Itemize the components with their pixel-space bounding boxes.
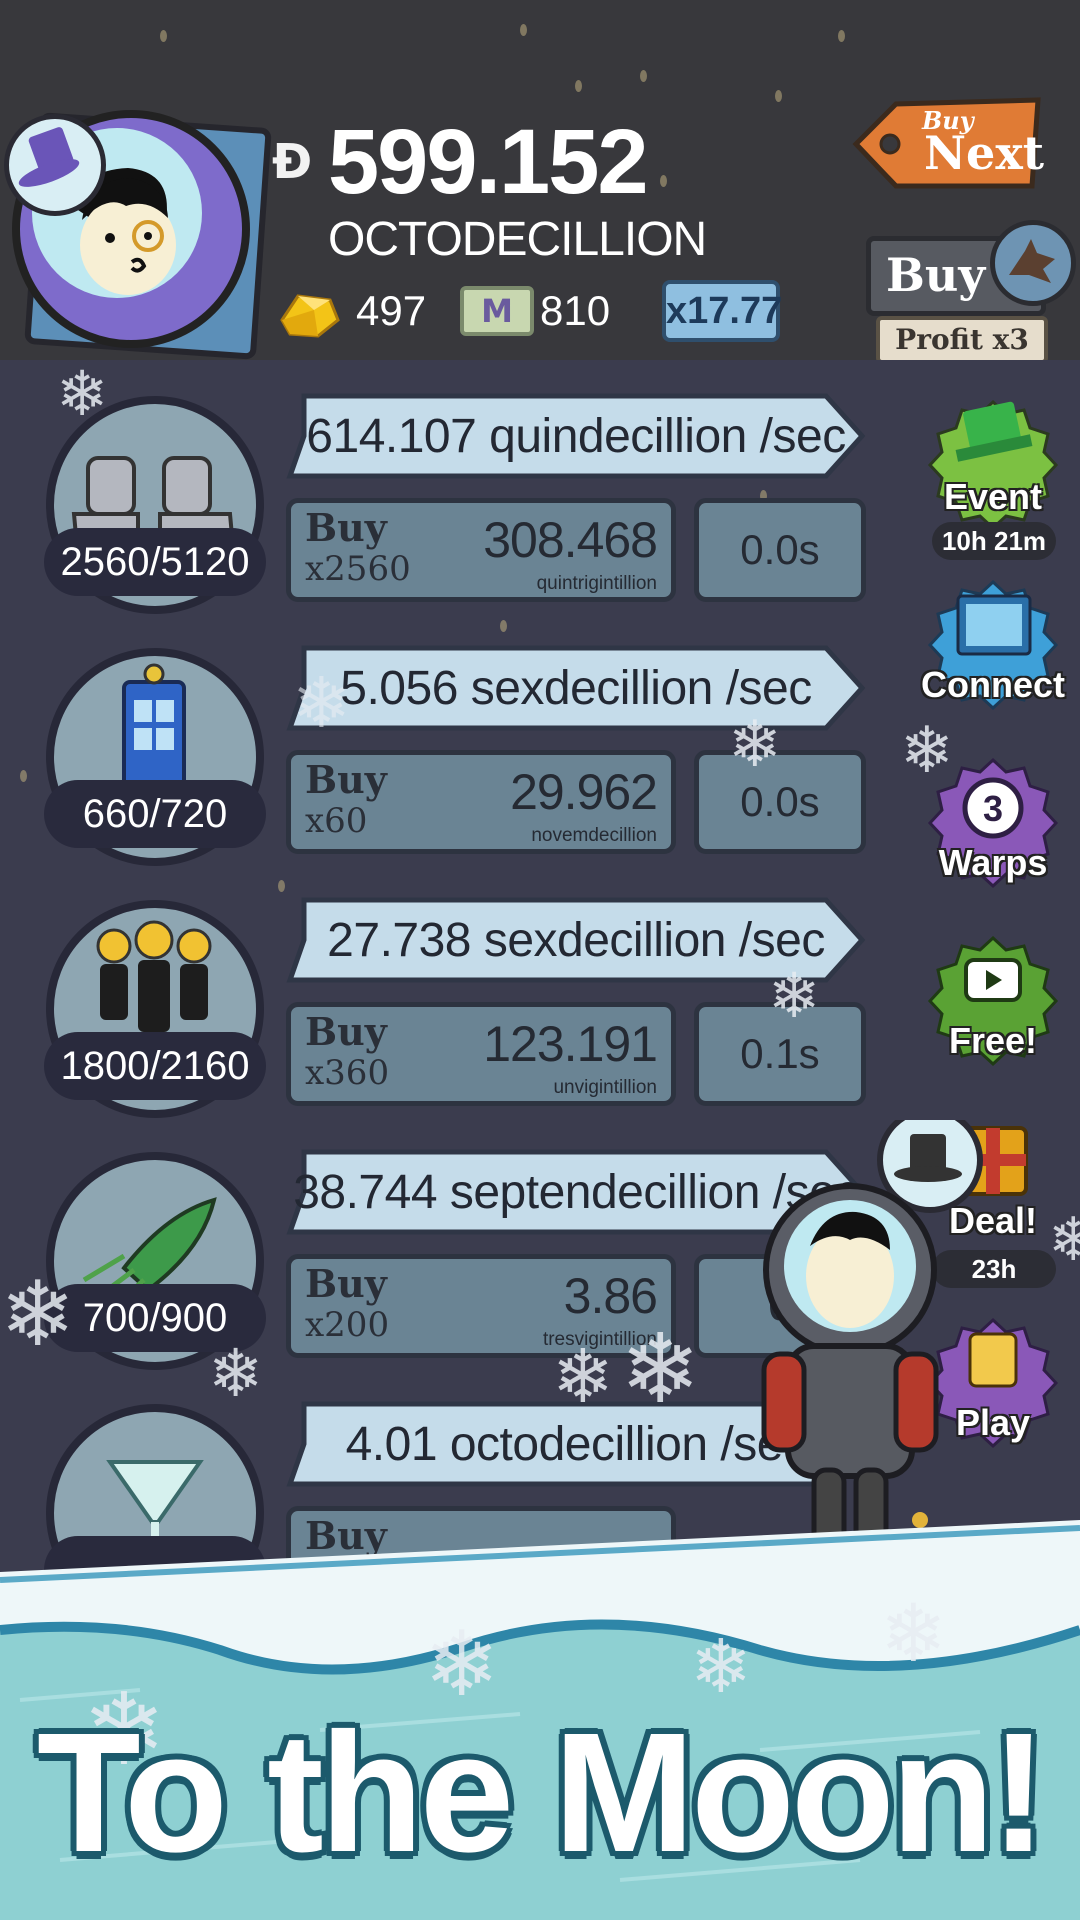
multiplier-badge[interactable]: x17.77: [662, 280, 782, 342]
snow-dot: [660, 175, 667, 187]
free-label: Free!: [948, 1020, 1038, 1061]
snowflake-icon: ❄: [900, 714, 954, 786]
buy-button[interactable]: Buy x200 3.86 tresvigintillion: [286, 1254, 676, 1358]
buy-label: Buy: [305, 757, 387, 802]
profit-tag: Profit x3: [876, 316, 1048, 364]
snow-dot: [838, 30, 845, 42]
snow-dot: [160, 30, 167, 42]
warps-count: 3: [982, 788, 1004, 829]
buy-next-big-label: Next: [924, 126, 1044, 180]
gold-icon[interactable]: [274, 286, 344, 340]
buy-label: Buy: [305, 1261, 387, 1306]
snowflake-icon: ❄: [292, 664, 351, 742]
megabucks-icon[interactable]: M: [460, 286, 534, 336]
wolf-icon: [990, 220, 1076, 306]
free-button[interactable]: Free!: [918, 928, 1068, 1078]
gold-count: 497: [356, 287, 427, 334]
event-button[interactable]: Event 10h 21m: [918, 392, 1068, 560]
buy-button[interactable]: Buy x2560 308.468 quintrigintillion: [286, 498, 676, 602]
snow-dot: [575, 80, 582, 92]
buy-profit-button[interactable]: Buy Profit x3: [866, 220, 1076, 372]
currency-icon: Ɖ: [272, 134, 313, 190]
snowflake-icon: ❄: [552, 1335, 615, 1418]
timer-box: 0.0s: [694, 498, 866, 602]
megabucks-count: 810: [540, 287, 611, 334]
rate-text: 614.107 quindecillion /sec: [306, 410, 846, 463]
snow-dot: [520, 24, 527, 36]
buy-label: Buy: [305, 1009, 387, 1054]
buy-label: Buy: [305, 505, 387, 550]
snow-dot: [775, 90, 782, 102]
banner-title: To the Moon!: [36, 1698, 1047, 1888]
buy-quantity: x2560: [305, 549, 411, 589]
snowflake-icon: ❄: [880, 1589, 948, 1678]
snowflake-icon: ❄: [768, 962, 820, 1031]
money-unit: OCTODECILLION: [328, 213, 707, 266]
buy-cost-unit: unvigintillion: [553, 1077, 657, 1098]
buy-button[interactable]: Buy x360 123.191 unvigintillion: [286, 1002, 676, 1106]
snowflake-icon: ❄: [620, 1316, 701, 1423]
buy-cost-unit: quintrigintillion: [536, 573, 657, 594]
buy-next-button[interactable]: Buy Next: [852, 96, 1044, 192]
snowflake-icon: ❄: [690, 1625, 753, 1708]
money-value: 599.152: [328, 111, 649, 213]
buy-quantity: x360: [305, 1053, 390, 1093]
buy-cost: 29.962: [510, 764, 658, 820]
connect-button[interactable]: Connect: [918, 572, 1068, 722]
business-row[interactable]: 2560/5120 614.107 quindecillion /sec Buy…: [0, 378, 880, 618]
connect-label: Connect: [921, 664, 1065, 705]
snow-dot: [640, 70, 647, 82]
buy-cost-unit: novemdecillion: [531, 825, 657, 846]
event-label: Event: [943, 476, 1043, 517]
buy-quantity: x200: [305, 1305, 390, 1345]
buy-cost: 308.468: [483, 512, 658, 568]
event-timer: 10h 21m: [932, 522, 1056, 560]
business-count: 660/720: [44, 780, 266, 848]
business-row[interactable]: 1800/2160 27.738 sexdecillion /sec Buy x…: [0, 882, 880, 1122]
top-hud: Ɖ 599.152 OCTODECILLION 497 M 810 x17.77…: [0, 0, 1080, 364]
business-count: 2560/5120: [44, 528, 266, 596]
warps-label: Warps: [938, 842, 1048, 883]
hat-bubble-icon: [4, 114, 106, 216]
buy-cost: 123.191: [483, 1016, 658, 1072]
player-avatar[interactable]: [4, 90, 272, 360]
snowflake-icon: ❄: [1048, 1206, 1080, 1273]
buy-label: Buy: [886, 248, 986, 302]
buy-quantity: x60: [305, 801, 368, 841]
buy-button[interactable]: Buy x60 29.962 novemdecillion: [286, 750, 676, 854]
snowflake-icon: ❄: [208, 1336, 264, 1410]
business-count: 1800/2160: [44, 1032, 266, 1100]
snowflake-icon: ❄: [0, 1265, 76, 1365]
snowflake-icon: ❄: [728, 708, 782, 780]
